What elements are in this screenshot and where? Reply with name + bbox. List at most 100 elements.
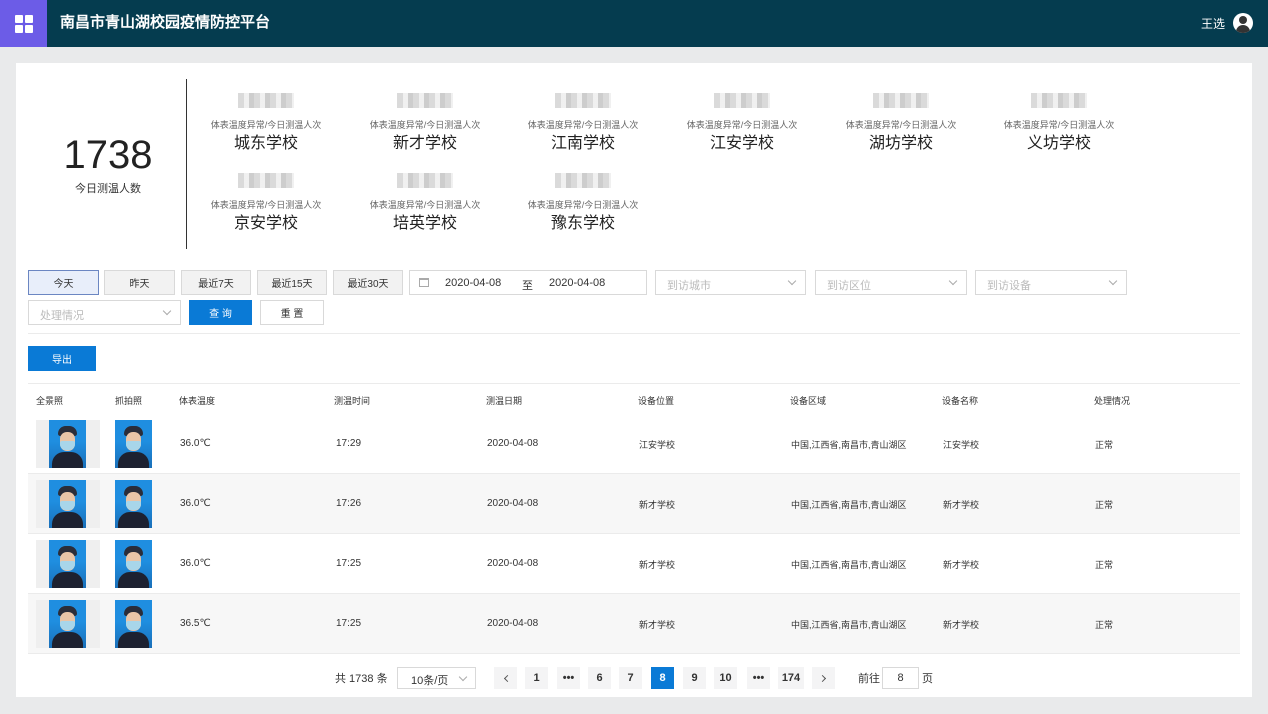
district-select[interactable]: 到访区位 [815,270,967,295]
last-15-days-button[interactable]: 最近15天 [257,270,327,295]
school-name: 豫东学校 [550,215,615,232]
app-title: 南昌市青山湖校园疫情防控平台 [60,14,271,31]
total-count-label: 今日测温人数 [75,183,141,195]
snapshot-photo[interactable] [115,480,152,528]
column-header: 体表温度 [179,396,216,406]
chevron-left-icon [503,674,511,682]
device-location: 新才学校 [639,560,676,570]
app-menu-button[interactable] [0,0,47,47]
chevron-down-icon [458,672,468,682]
export-button[interactable]: 导出 [28,346,96,371]
device-region: 中国,江西省,南昌市,青山湖区 [791,560,907,570]
goto-page-input[interactable] [882,667,919,689]
school-stat[interactable]: 体表温度异常/今日测温人次 义坊学校 [994,93,1124,154]
status: 正常 [1095,440,1114,450]
last-30-days-button[interactable]: 最近30天 [333,270,403,295]
school-stat[interactable]: 体表温度异常/今日测温人次 湖坊学校 [836,93,966,154]
table-row[interactable]: 36.0℃ 17:29 2020-04-08 江安学校 中国,江西省,南昌市,青… [28,414,1240,474]
temperature: 36.0℃ [180,438,211,449]
table-row[interactable]: 36.0℃ 17:26 2020-04-08 新才学校 中国,江西省,南昌市,青… [28,474,1240,534]
goto-label: 前往 [858,673,880,685]
temperature: 36.0℃ [180,498,211,509]
page-button-current[interactable]: 8 [651,667,674,689]
top-bar: 南昌市青山湖校园疫情防控平台 王选 [0,0,1268,47]
column-header: 处理情况 [1094,396,1131,406]
blurred-value [238,93,294,108]
panorama-photo[interactable] [36,420,100,468]
grid-icon [14,14,33,33]
page-button[interactable]: 1 [525,667,548,689]
blurred-value [397,173,453,188]
today-button[interactable]: 今天 [28,270,99,295]
date-separator: 至 [522,280,533,292]
date-range-picker[interactable]: 2020-04-08 至 2020-04-08 [409,270,647,295]
school-name: 江南学校 [550,135,615,152]
device-location: 新才学校 [639,620,676,630]
query-button[interactable]: 查 询 [189,300,252,325]
user-icon [1239,16,1247,24]
prev-page-button[interactable] [494,667,517,689]
school-stat[interactable]: 体表温度异常/今日测温人次 江安学校 [677,93,807,154]
page-button[interactable]: 10 [714,667,737,689]
school-stat[interactable]: 体表温度异常/今日测温人次 京安学校 [201,173,331,234]
panorama-photo[interactable] [36,540,100,588]
page-ellipsis[interactable]: ••• [747,667,770,689]
city-select[interactable]: 到访城市 [655,270,806,295]
date-start[interactable]: 2020-04-08 [445,277,501,289]
chevron-down-icon [1108,276,1118,286]
page-button[interactable]: 6 [588,667,611,689]
snapshot-photo[interactable] [115,600,152,648]
date-end[interactable]: 2020-04-08 [549,277,605,289]
measure-date: 2020-04-08 [487,438,539,449]
column-header: 测温日期 [486,396,523,406]
snapshot-photo[interactable] [115,420,152,468]
measure-date: 2020-04-08 [487,558,539,569]
page-button[interactable]: 174 [778,667,804,689]
school-stat[interactable]: 体表温度异常/今日测温人次 培英学校 [360,173,490,234]
user-name[interactable]: 王选 [1201,16,1225,32]
blurred-value [873,93,929,108]
page-size-select[interactable]: 10条/页 [397,667,476,689]
last-7-days-button[interactable]: 最近7天 [181,270,251,295]
status: 正常 [1095,620,1114,630]
total-records: 共 1738 条 [335,673,388,685]
school-name: 新才学校 [392,135,457,152]
status-select[interactable]: 处理情况 [28,300,181,325]
total-count: 1738 [63,133,153,177]
table-row[interactable]: 36.5℃ 17:25 2020-04-08 新才学校 中国,江西省,南昌市,青… [28,594,1240,654]
measure-time: 17:26 [336,498,362,509]
school-stat[interactable]: 体表温度异常/今日测温人次 豫东学校 [518,173,648,234]
divider [28,333,1240,334]
column-header: 测温时间 [334,396,371,406]
page-ellipsis[interactable]: ••• [557,667,580,689]
panorama-photo[interactable] [36,480,100,528]
page-button[interactable]: 7 [619,667,642,689]
page-button[interactable]: 9 [683,667,706,689]
blurred-value [555,93,611,108]
next-page-button[interactable] [812,667,835,689]
device-name: 新才学校 [943,500,980,510]
school-name: 湖坊学校 [868,135,933,152]
school-name: 城东学校 [233,135,298,152]
yesterday-button[interactable]: 昨天 [104,270,175,295]
school-stat[interactable]: 体表温度异常/今日测温人次 城东学校 [201,93,331,154]
reset-button[interactable]: 重 置 [260,300,324,325]
chevron-down-icon [162,306,172,316]
calendar-icon [419,278,429,287]
main-card: 1738 今日测温人数 体表温度异常/今日测温人次 城东学校 体表温度异常/今日… [16,63,1252,697]
avatar[interactable] [1233,13,1253,33]
measure-time: 17:29 [336,438,362,449]
measure-time: 17:25 [336,558,362,569]
blurred-value [238,173,294,188]
school-stat[interactable]: 体表温度异常/今日测温人次 新才学校 [360,93,490,154]
device-select[interactable]: 到访设备 [975,270,1127,295]
snapshot-photo[interactable] [115,540,152,588]
school-stat[interactable]: 体表温度异常/今日测温人次 江南学校 [518,93,648,154]
device-name: 新才学校 [943,560,980,570]
column-header: 全景照 [36,396,64,406]
panorama-photo[interactable] [36,600,100,648]
measure-time: 17:25 [336,618,362,629]
school-name: 京安学校 [233,215,298,232]
table-row[interactable]: 36.0℃ 17:25 2020-04-08 新才学校 中国,江西省,南昌市,青… [28,534,1240,594]
device-name: 江安学校 [943,440,980,450]
